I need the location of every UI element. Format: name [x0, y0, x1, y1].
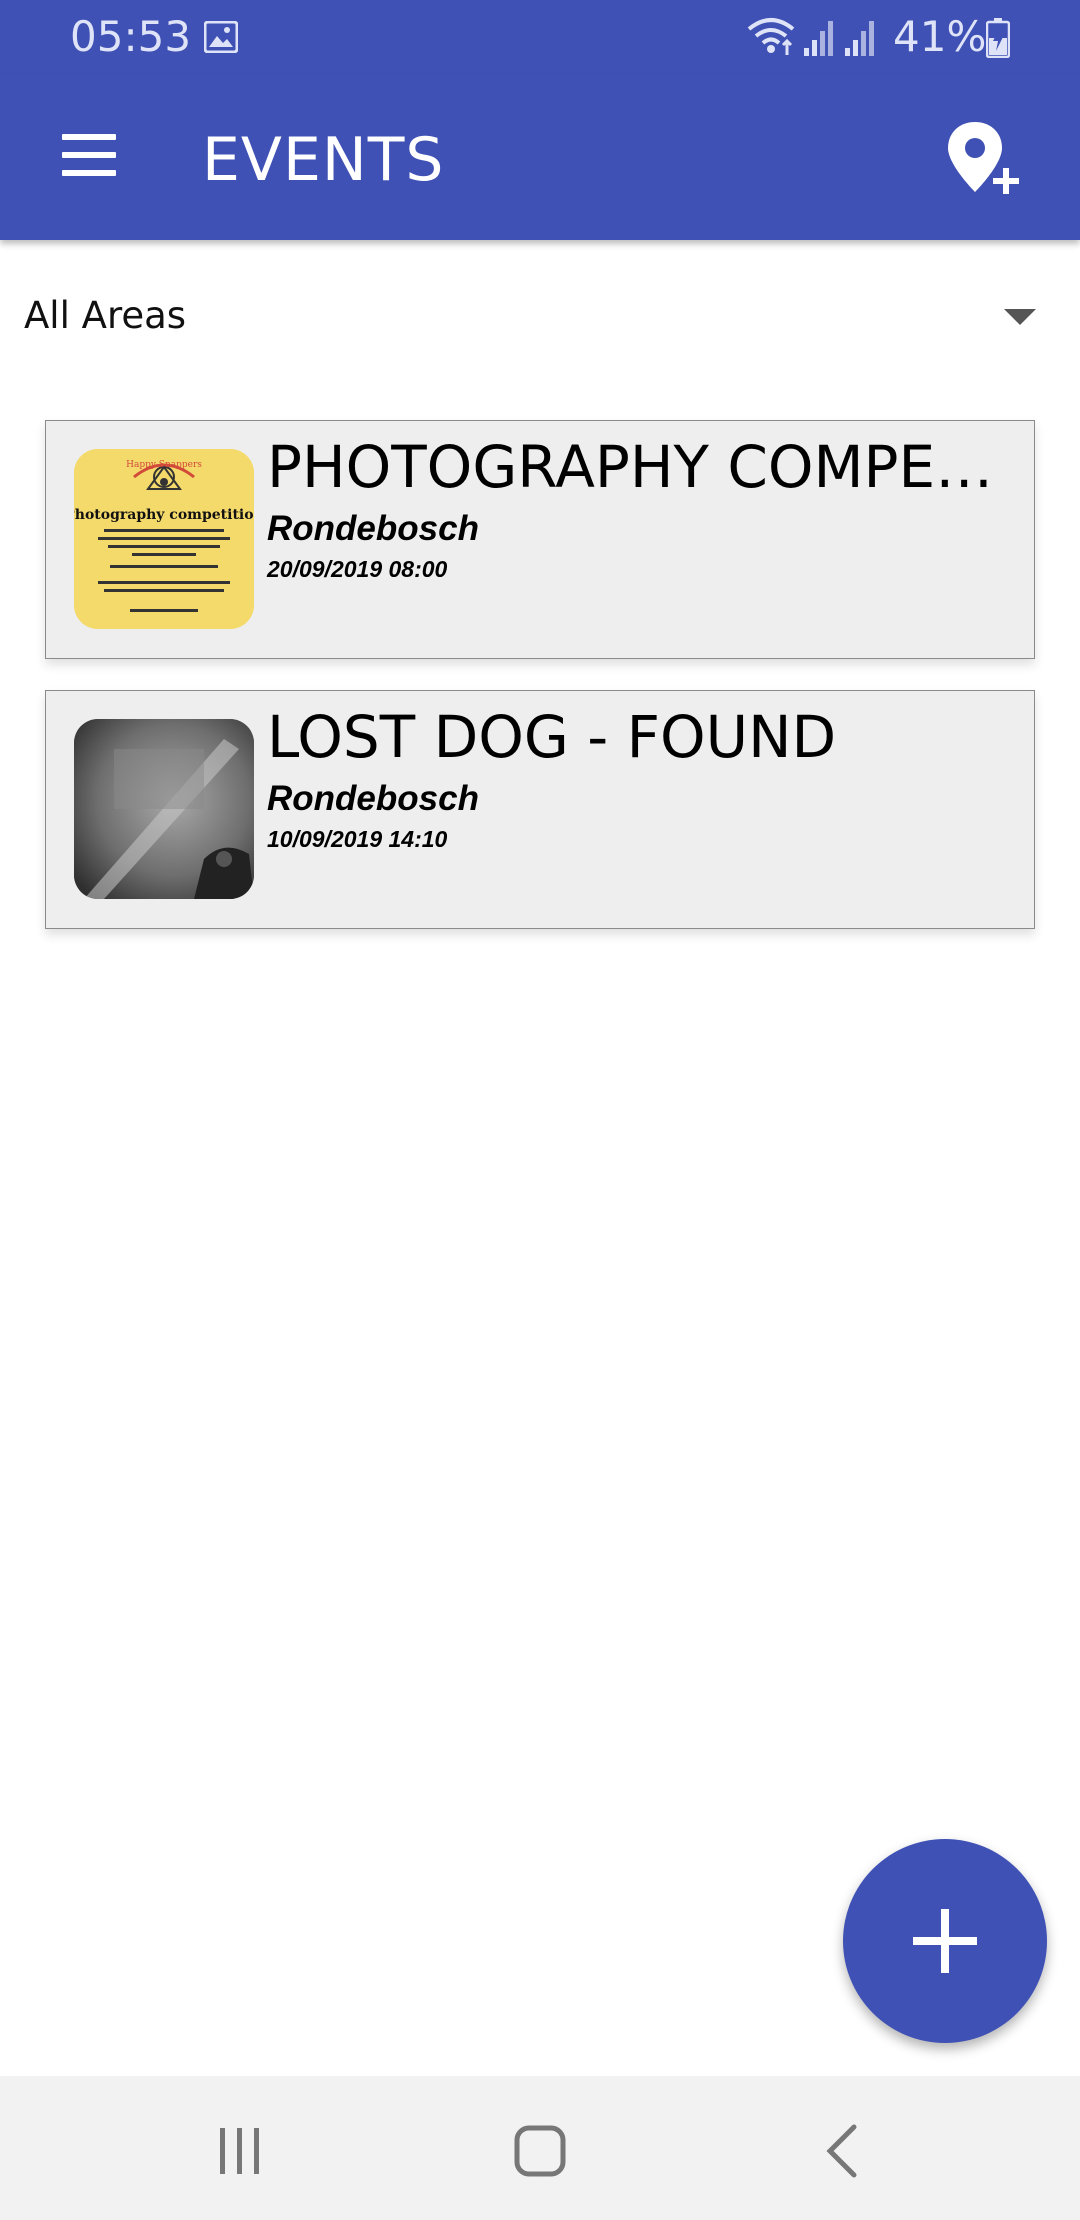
event-thumbnail	[74, 719, 254, 899]
event-title: PHOTOGRAPHY COMPETITION	[267, 433, 1027, 501]
wifi-icon	[747, 18, 795, 55]
signal-icon	[845, 21, 874, 56]
event-title: LOST DOG - FOUND	[267, 703, 837, 771]
back-icon[interactable]	[818, 2121, 868, 2181]
area-filter-dropdown[interactable]: All Areas	[0, 270, 1080, 365]
recent-apps-icon[interactable]	[210, 2126, 270, 2176]
event-area: Rondebosch	[267, 509, 479, 548]
add-location-icon[interactable]	[945, 120, 1025, 200]
battery-charging-icon	[986, 18, 1010, 58]
event-card[interactable]: Happy Snappers Photography competition P…	[45, 420, 1035, 659]
system-nav-bar	[0, 2076, 1080, 2220]
event-thumbnail: Happy Snappers Photography competition	[74, 449, 254, 629]
battery-percent: 41%	[893, 12, 987, 61]
poster-heading: Photography competition	[74, 507, 254, 523]
event-date: 10/09/2019 14:10	[267, 826, 448, 852]
event-date: 20/09/2019 08:00	[267, 556, 448, 582]
poster-brand: Happy Snappers	[126, 460, 202, 470]
status-bar: 05:53 41%	[0, 0, 1080, 75]
image-icon	[204, 21, 238, 53]
menu-icon	[62, 170, 116, 176]
menu-icon	[62, 152, 116, 158]
event-card[interactable]: LOST DOG - FOUND Rondebosch 10/09/2019 1…	[45, 690, 1035, 929]
status-time: 05:53	[70, 12, 192, 61]
plus-icon	[913, 1909, 977, 1973]
app-bar: EVENTS	[0, 75, 1080, 240]
area-filter-selected: All Areas	[24, 294, 187, 337]
menu-icon	[62, 134, 116, 140]
poster-image: Happy Snappers Photography competition	[74, 449, 254, 629]
menu-button[interactable]	[48, 125, 132, 185]
signal-icon	[804, 21, 833, 56]
event-area: Rondebosch	[267, 779, 479, 818]
add-event-button[interactable]	[843, 1839, 1047, 2043]
photo-image	[74, 719, 254, 899]
home-icon[interactable]	[510, 2121, 570, 2181]
dropdown-arrow-icon	[1004, 309, 1036, 325]
page-title: EVENTS	[202, 125, 445, 195]
